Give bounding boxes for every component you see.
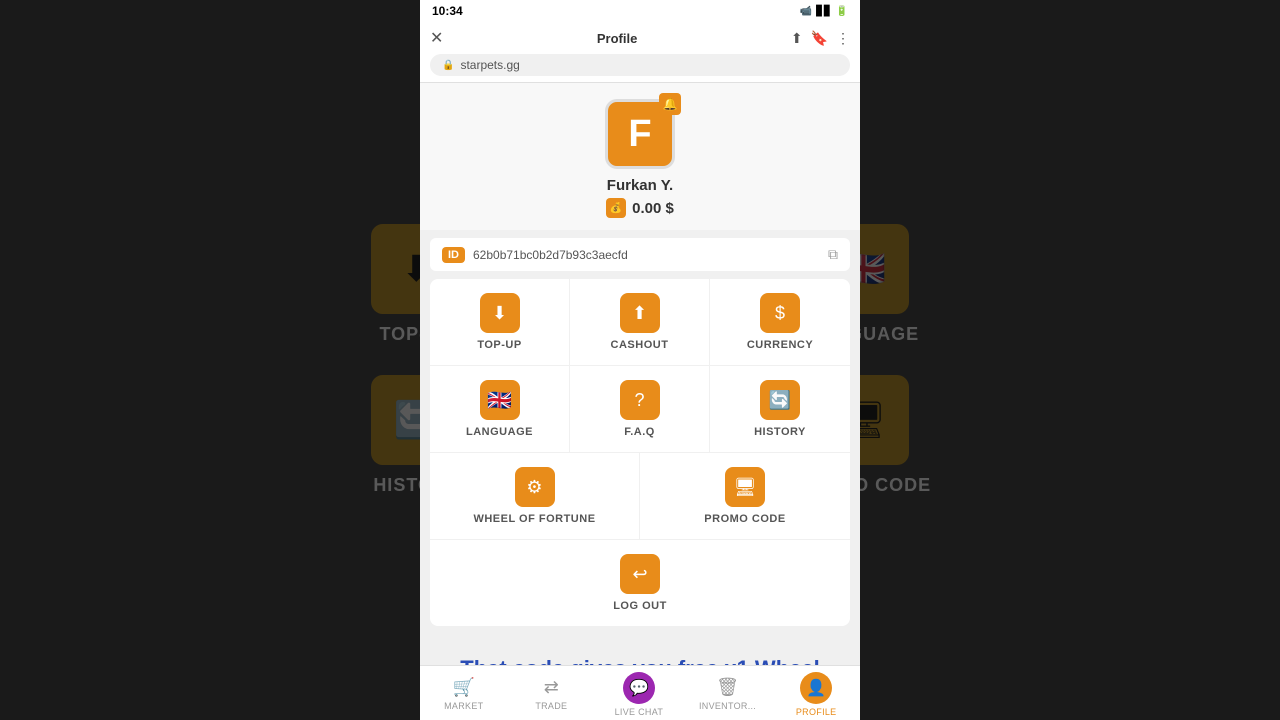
- bell-icon: 🔔: [663, 97, 678, 111]
- status-bar: 10:34 📹 ▊▊ 🔋: [420, 0, 860, 22]
- cashout-icon: ⬆: [620, 293, 660, 333]
- nav-profile[interactable]: 👤 PROFILE: [789, 672, 844, 717]
- nav-trade[interactable]: ⇄ TRADE: [524, 677, 579, 711]
- close-button[interactable]: ✕: [430, 28, 443, 48]
- balance-row: 💰 0.00 $: [606, 198, 674, 218]
- avatar-letter: F: [628, 113, 651, 156]
- browser-chrome: ✕ Profile ⬆ 🔖 ⋮ 🔒 starpets.gg: [420, 22, 860, 83]
- copy-icon[interactable]: ⧉: [828, 246, 838, 263]
- profile-label: PROFILE: [796, 707, 837, 717]
- language-icon: 🇬🇧: [480, 380, 520, 420]
- wheel-label: WHEEL OF FORTUNE: [473, 513, 595, 525]
- menu-row-4: ↩ LOG OUT: [430, 540, 850, 626]
- video-icon: 📹: [800, 6, 812, 17]
- promo-text: That code gives you free x1 Wheel Roll: [420, 634, 860, 665]
- nav-inventory[interactable]: 🗑 INVENTOR...: [699, 677, 756, 711]
- wheel-icon: ⚙: [515, 467, 555, 507]
- address-bar[interactable]: 🔒 starpets.gg: [430, 54, 850, 76]
- trade-label: TRADE: [535, 701, 567, 711]
- balance-icon: 💰: [606, 198, 626, 218]
- logout-label: LOG OUT: [613, 600, 667, 612]
- phone-overlay: 10:34 📹 ▊▊ 🔋 ✕ Profile ⬆ 🔖 ⋮ 🔒 starpets.…: [420, 0, 860, 720]
- profile-icon: 👤: [800, 672, 832, 704]
- menu-row-3: ⚙ WHEEL OF FORTUNE 🖥 PROMO CODE: [430, 453, 850, 540]
- language-button[interactable]: 🇬🇧 LANGUAGE: [430, 366, 570, 452]
- id-row: ID 62b0b71bc0b2d7b93c3aecfd ⧉: [430, 238, 850, 271]
- topup-icon: ⬇: [480, 293, 520, 333]
- notification-badge: 🔔: [659, 93, 681, 115]
- logout-button[interactable]: ↩ LOG OUT: [430, 540, 850, 626]
- more-menu-icon[interactable]: ⋮: [836, 30, 850, 47]
- profile-content: F 🔔 Furkan Y. 💰 0.00 $ ID 62b0b71bc0b2d7…: [420, 83, 860, 665]
- status-time: 10:34: [432, 4, 463, 18]
- user-name: Furkan Y.: [607, 177, 673, 194]
- currency-label: CURRENCY: [747, 339, 813, 351]
- bottom-nav: 🛒 MARKET ⇄ TRADE 💬 LIVE CHAT 🗑 INVENTOR.…: [420, 665, 860, 720]
- wheel-of-fortune-button[interactable]: ⚙ WHEEL OF FORTUNE: [430, 453, 640, 539]
- inventory-icon: 🗑: [716, 677, 739, 698]
- live-chat-label: LIVE CHAT: [615, 707, 664, 717]
- battery-icon: 🔋: [836, 6, 848, 17]
- nav-live-chat[interactable]: 💬 LIVE CHAT: [611, 672, 666, 717]
- bookmark-icon[interactable]: 🔖: [811, 30, 828, 47]
- logout-icon: ↩: [620, 554, 660, 594]
- currency-icon: $: [760, 293, 800, 333]
- avatar-container: F 🔔: [605, 99, 675, 169]
- lock-icon: 🔒: [442, 60, 454, 71]
- menu-row-1: ⬇ TOP-UP ⬆ CASHOUT $ CURRENCY: [430, 279, 850, 366]
- language-label: LANGUAGE: [466, 426, 533, 438]
- share-icon[interactable]: ⬆: [791, 30, 803, 47]
- inventory-label: INVENTOR...: [699, 701, 756, 711]
- live-chat-icon: 💬: [623, 672, 655, 704]
- promo-code-label: PROMO CODE: [704, 513, 785, 525]
- menu-row-2: 🇬🇧 LANGUAGE ? F.A.Q 🔄 HISTORY: [430, 366, 850, 453]
- history-icon: 🔄: [760, 380, 800, 420]
- faq-label: F.A.Q: [624, 426, 655, 438]
- market-label: MARKET: [444, 701, 483, 711]
- promo-code-button[interactable]: 🖥 PROMO CODE: [640, 453, 850, 539]
- currency-button[interactable]: $ CURRENCY: [710, 279, 850, 365]
- promo-code-icon: 🖥: [725, 467, 765, 507]
- id-badge: ID: [442, 247, 465, 263]
- browser-top-bar: ✕ Profile ⬆ 🔖 ⋮: [430, 28, 850, 48]
- nav-market[interactable]: 🛒 MARKET: [436, 677, 491, 711]
- cashout-label: CASHOUT: [611, 339, 669, 351]
- trade-icon: ⇄: [544, 677, 559, 698]
- status-icons: 📹 ▊▊ 🔋: [800, 6, 848, 17]
- market-icon: 🛒: [453, 677, 475, 698]
- cashout-button[interactable]: ⬆ CASHOUT: [570, 279, 710, 365]
- menu-grid: ⬇ TOP-UP ⬆ CASHOUT $ CURRENCY 🇬🇧 LANGUAG…: [430, 279, 850, 626]
- faq-button[interactable]: ? F.A.Q: [570, 366, 710, 452]
- topup-label: TOP-UP: [477, 339, 521, 351]
- profile-header: F 🔔 Furkan Y. 💰 0.00 $: [420, 83, 860, 230]
- faq-icon: ?: [620, 380, 660, 420]
- browser-action-icons: ⬆ 🔖 ⋮: [791, 30, 850, 47]
- signal-icon: ▊▊: [816, 6, 831, 17]
- page-title: Profile: [597, 31, 637, 46]
- balance-amount: 0.00 $: [632, 200, 674, 217]
- history-button[interactable]: 🔄 HISTORY: [710, 366, 850, 452]
- id-text: 62b0b71bc0b2d7b93c3aecfd: [473, 248, 820, 262]
- history-label: HISTORY: [754, 426, 806, 438]
- topup-button[interactable]: ⬇ TOP-UP: [430, 279, 570, 365]
- url-text: starpets.gg: [460, 58, 519, 72]
